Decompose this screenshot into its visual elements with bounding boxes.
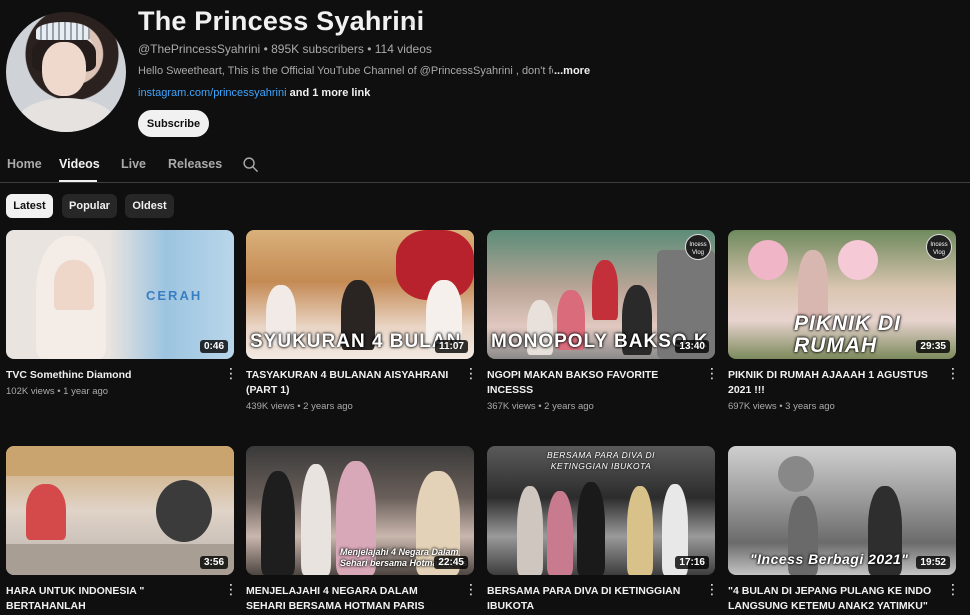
avatar-shoulder-shape bbox=[16, 98, 116, 132]
video-card[interactable]: "Incess Berbagi 2021" 19:52 "4 BULAN DI … bbox=[728, 446, 960, 614]
meta-separator: • bbox=[367, 42, 375, 56]
channel-handle: @ThePrincessSyahrini bbox=[138, 42, 261, 56]
subscriber-count: 895K subscribers bbox=[271, 42, 364, 56]
channel-name: The Princess Syahrini bbox=[138, 6, 425, 36]
thumb-figure bbox=[156, 480, 212, 542]
video-thumbnail[interactable]: 3:56 bbox=[6, 446, 234, 575]
meta-separator: • bbox=[263, 42, 272, 56]
thumb-overlay-text: "Incess Berbagi 2021" bbox=[750, 551, 909, 567]
more-options-icon[interactable]: ⋮ bbox=[946, 366, 960, 380]
video-meta: 367K views • 2 years ago bbox=[487, 401, 594, 412]
channel-description[interactable]: Hello Sweetheart, This is the Official Y… bbox=[138, 65, 553, 77]
video-meta: 697K views • 3 years ago bbox=[728, 401, 835, 412]
more-options-icon[interactable]: ⋮ bbox=[224, 366, 238, 380]
channel-meta: @ThePrincessSyahrini • 895K subscribers … bbox=[138, 42, 432, 56]
video-duration: 29:35 bbox=[916, 340, 950, 353]
chip-latest[interactable]: Latest bbox=[6, 194, 53, 218]
thumb-figure bbox=[627, 486, 653, 575]
more-options-icon[interactable]: ⋮ bbox=[705, 582, 719, 596]
video-duration: 11:07 bbox=[434, 340, 468, 353]
video-duration: 19:52 bbox=[916, 556, 950, 569]
tab-live[interactable]: Live bbox=[121, 157, 146, 171]
video-thumbnail[interactable]: Incess Vlog MONOPOLY BAKSO K 13:40 bbox=[487, 230, 715, 359]
more-options-icon[interactable]: ⋮ bbox=[224, 582, 238, 596]
video-card[interactable]: CERAH 0:46 TVC Somethinc Diamond 102K vi… bbox=[6, 230, 238, 397]
avatar-tiara-shape bbox=[36, 22, 90, 40]
thumb-figure bbox=[261, 471, 295, 575]
video-title[interactable]: NGOPI MAKAN BAKSO FAVORITE INCESSS bbox=[487, 368, 697, 398]
avatar-face-shape bbox=[42, 42, 86, 96]
channel-avatar[interactable] bbox=[6, 12, 126, 132]
video-card[interactable]: Incess Vlog MONOPOLY BAKSO K 13:40 NGOPI… bbox=[487, 230, 719, 412]
thumb-figure bbox=[301, 464, 331, 575]
video-title[interactable]: HARA UNTUK INDONESIA " BERTAHANLAH bbox=[6, 584, 216, 614]
video-thumbnail[interactable]: "Incess Berbagi 2021" 19:52 bbox=[728, 446, 956, 575]
tab-releases[interactable]: Releases bbox=[168, 157, 222, 171]
more-options-icon[interactable]: ⋮ bbox=[464, 582, 478, 596]
thumb-face bbox=[54, 260, 94, 310]
thumb-collage-row bbox=[6, 446, 234, 476]
chip-oldest[interactable]: Oldest bbox=[125, 194, 174, 218]
video-title[interactable]: PIKNIK DI RUMAH AJAAAH 1 AGUSTUS 2021 !!… bbox=[728, 368, 938, 398]
video-duration: 22:45 bbox=[434, 556, 468, 569]
video-thumbnail[interactable]: BERSAMA PARA DIVA DI KETINGGIAN IBUKOTA … bbox=[487, 446, 715, 575]
thumb-figure bbox=[798, 250, 828, 320]
video-duration: 3:56 bbox=[199, 556, 228, 569]
thumb-figure bbox=[26, 484, 66, 540]
video-duration: 13:40 bbox=[675, 340, 709, 353]
video-title[interactable]: MENJELAJAHI 4 NEGARA DALAM SEHARI BERSAM… bbox=[246, 584, 456, 614]
video-card[interactable]: Menjelajahi 4 Negara Dalam Sehari bersam… bbox=[246, 446, 478, 614]
thumb-figure bbox=[577, 482, 605, 575]
thumb-figure bbox=[592, 260, 618, 320]
thumb-balloons bbox=[838, 240, 878, 280]
video-title[interactable]: TVC Somethinc Diamond bbox=[6, 368, 216, 383]
thumb-balloons bbox=[748, 240, 788, 280]
chip-popular[interactable]: Popular bbox=[62, 194, 117, 218]
thumb-brand-text: CERAH bbox=[146, 288, 203, 303]
video-card[interactable]: Incess Vlog PIKNIK DI RUMAH 29:35 PIKNIK… bbox=[728, 230, 960, 412]
search-icon[interactable] bbox=[242, 156, 259, 173]
more-links-button[interactable]: and 1 more link bbox=[290, 87, 371, 99]
thumb-figure bbox=[547, 491, 573, 575]
tab-videos[interactable]: Videos bbox=[59, 157, 100, 171]
vlog-logo: Incess Vlog bbox=[685, 234, 711, 260]
channel-links: instagram.com/princessyahrini and 1 more… bbox=[138, 87, 370, 99]
video-count: 114 videos bbox=[374, 42, 432, 56]
video-title[interactable]: BERSAMA PARA DIVA DI KETINGGIAN IBUKOTA bbox=[487, 584, 697, 614]
channel-tabs: Home Videos Live Releases bbox=[0, 150, 970, 183]
more-options-icon[interactable]: ⋮ bbox=[705, 366, 719, 380]
video-card[interactable]: BERSAMA PARA DIVA DI KETINGGIAN IBUKOTA … bbox=[487, 446, 719, 614]
video-thumbnail[interactable]: Menjelajahi 4 Negara Dalam Sehari bersam… bbox=[246, 446, 474, 575]
thumb-figure bbox=[517, 486, 543, 575]
thumb-logo-shape bbox=[778, 456, 814, 492]
active-tab-indicator bbox=[59, 180, 97, 182]
more-options-icon[interactable]: ⋮ bbox=[464, 366, 478, 380]
thumb-caption: BERSAMA PARA DIVA DI KETINGGIAN IBUKOTA bbox=[546, 450, 656, 471]
vlog-logo: Incess Vlog bbox=[926, 234, 952, 260]
video-meta: 439K views • 2 years ago bbox=[246, 401, 353, 412]
music-note-icon: ♪ bbox=[408, 16, 414, 30]
subscribe-button[interactable]: Subscribe bbox=[138, 110, 209, 137]
description-more-link[interactable]: ...more bbox=[554, 65, 590, 77]
video-thumbnail[interactable]: Incess Vlog PIKNIK DI RUMAH 29:35 bbox=[728, 230, 956, 359]
tab-home[interactable]: Home bbox=[7, 157, 42, 171]
instagram-link[interactable]: instagram.com/princessyahrini bbox=[138, 87, 287, 99]
video-meta: 102K views • 1 year ago bbox=[6, 386, 109, 397]
more-options-icon[interactable]: ⋮ bbox=[946, 582, 960, 596]
video-card[interactable]: 3:56 HARA UNTUK INDONESIA " BERTAHANLAH … bbox=[6, 446, 238, 614]
video-duration: 17:16 bbox=[675, 556, 709, 569]
video-title[interactable]: TASYAKURAN 4 BULANAN AISYAHRANI (PART 1) bbox=[246, 368, 456, 398]
video-title[interactable]: "4 BULAN DI JEPANG PULANG KE INDO LANGSU… bbox=[728, 584, 938, 614]
video-card[interactable]: SYUKURAN 4 BULAN 11:07 TASYAKURAN 4 BULA… bbox=[246, 230, 478, 412]
thumb-overlay-text: SYUKURAN 4 BULAN bbox=[250, 331, 462, 352]
video-thumbnail[interactable]: CERAH 0:46 bbox=[6, 230, 234, 359]
video-thumbnail[interactable]: SYUKURAN 4 BULAN 11:07 bbox=[246, 230, 474, 359]
video-duration: 0:46 bbox=[199, 340, 228, 353]
